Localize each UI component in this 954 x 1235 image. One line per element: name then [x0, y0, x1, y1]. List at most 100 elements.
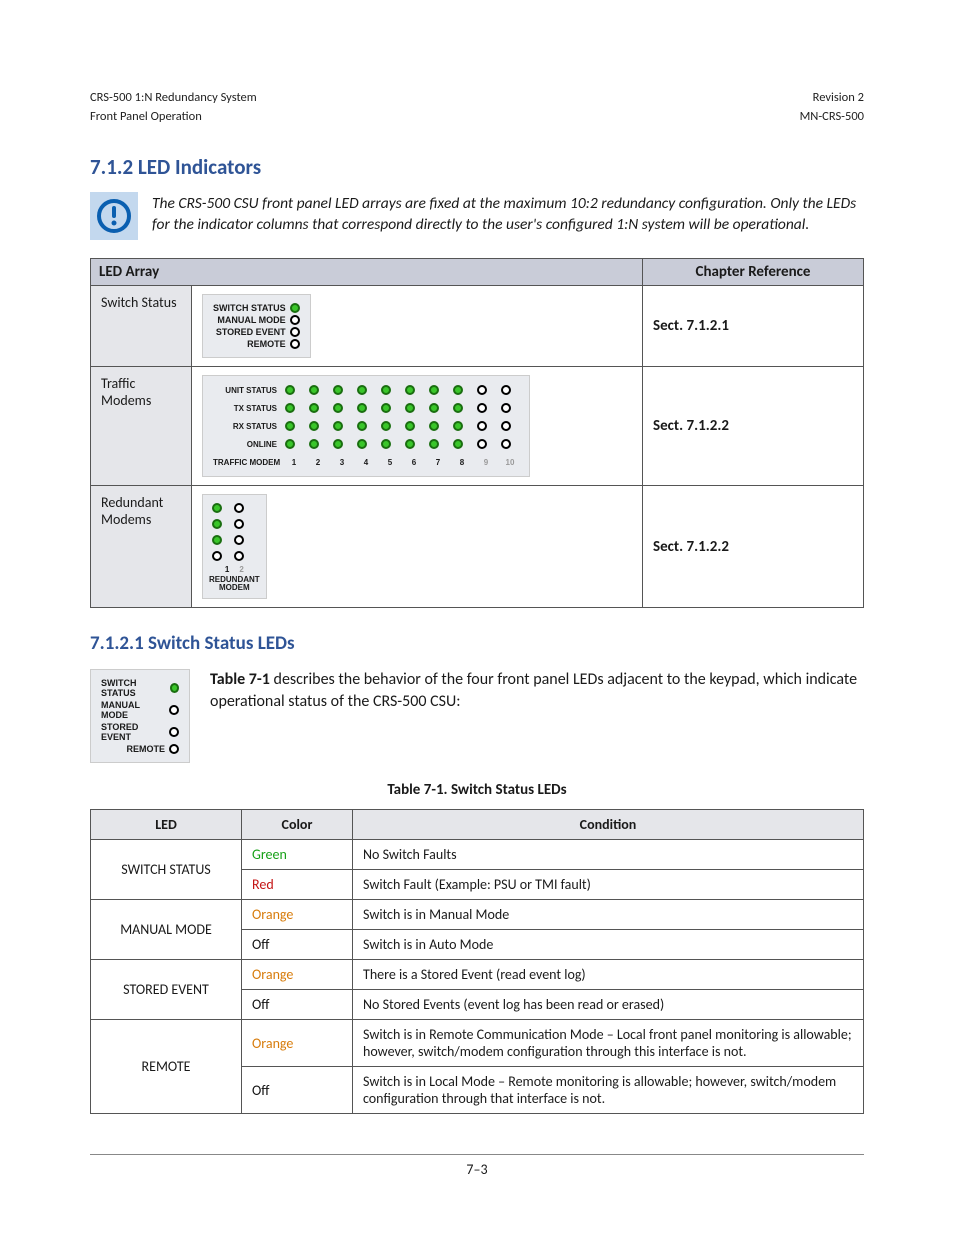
panel-footer-label: TRAFFIC MODEM	[213, 458, 279, 467]
led-indicator	[212, 503, 222, 513]
led-array-table: LED Array Chapter Reference Switch Statu…	[90, 258, 864, 608]
note-text: The CRS-500 CSU front panel LED arrays a…	[152, 192, 864, 236]
led-indicator	[290, 303, 300, 313]
led-condition-cell: Switch Fault (Example: PSU or TMI fault)	[353, 870, 864, 900]
panel-row-label: STORED EVENT	[216, 327, 286, 337]
panel-row: STORED EVENT	[101, 722, 179, 742]
table-caption: Table 7-1. Switch Status LEDs	[90, 781, 864, 799]
panel-row: STORED EVENT	[213, 327, 300, 337]
page-number: 7–3	[466, 1161, 487, 1178]
led-indicator	[429, 385, 439, 395]
header-right-1: Revision 2	[813, 90, 864, 105]
led-indicator	[357, 385, 367, 395]
column-number: 9	[477, 458, 495, 467]
led-indicator	[333, 421, 343, 431]
led-name-cell: STORED EVENT	[91, 960, 242, 1020]
th-chapter-ref: Chapter Reference	[643, 259, 864, 286]
column-number: 8	[453, 458, 471, 467]
column-number: 2	[309, 458, 327, 467]
row-label-traffic: Traffic Modems	[91, 367, 192, 486]
panel-row: SWITCH STATUS	[101, 678, 179, 698]
led-indicator	[290, 315, 300, 325]
th-condition: Condition	[353, 810, 864, 840]
panel-row-label: SWITCH STATUS	[213, 303, 286, 313]
panel-row: SWITCH STATUS	[213, 303, 300, 313]
led-indicator	[285, 439, 295, 449]
led-color-cell: Off	[242, 990, 353, 1020]
led-color-cell: Red	[242, 870, 353, 900]
led-name-cell: REMOTE	[91, 1020, 242, 1114]
row-label-switch: Switch Status	[91, 286, 192, 367]
table-row: SWITCH STATUSGreenNo Switch Faults	[91, 840, 864, 870]
led-indicator	[234, 551, 244, 561]
sub-section-title: 7.1.2.1 Switch Status LEDs	[90, 632, 864, 655]
led-color-cell: Off	[242, 930, 353, 960]
led-condition-cell: Switch is in Remote Communication Mode –…	[353, 1020, 864, 1067]
led-indicator	[429, 403, 439, 413]
led-indicator	[170, 683, 179, 693]
column-number: 3	[333, 458, 351, 467]
led-indicator	[290, 339, 300, 349]
led-indicator	[357, 403, 367, 413]
led-indicator	[501, 403, 511, 413]
led-indicator	[333, 439, 343, 449]
led-indicator	[477, 421, 487, 431]
led-condition-cell: Switch is in Local Mode – Remote monitor…	[353, 1067, 864, 1114]
row-ref-switch: Sect. 7.1.2.1	[643, 286, 864, 367]
led-indicator	[290, 327, 300, 337]
led-indicator	[501, 439, 511, 449]
led-color-cell: Orange	[242, 1020, 353, 1067]
th-led-array: LED Array	[91, 259, 643, 286]
led-indicator	[453, 439, 463, 449]
intro-paragraph: Table 7-1 describes the behavior of the …	[210, 669, 864, 712]
row-ref-redundant: Sect. 7.1.2.2	[643, 486, 864, 608]
table-row: REMOTEOrangeSwitch is in Remote Communic…	[91, 1020, 864, 1067]
led-indicator	[453, 421, 463, 431]
led-color-cell: Orange	[242, 900, 353, 930]
led-indicator	[453, 403, 463, 413]
led-indicator	[169, 705, 179, 715]
led-indicator	[285, 403, 295, 413]
header-left-1: CRS-500 1:N Redundancy System	[90, 90, 257, 105]
led-indicator	[309, 403, 319, 413]
led-indicator	[405, 385, 415, 395]
table-row: MANUAL MODEOrangeSwitch is in Manual Mod…	[91, 900, 864, 930]
row-img-redundant: 12 REDUNDANTMODEM	[192, 486, 643, 608]
panel-row-label: SWITCH STATUS	[101, 678, 166, 698]
led-indicator	[381, 385, 391, 395]
header-left-2: Front Panel Operation	[90, 109, 202, 124]
panel-row-label: RX STATUS	[213, 422, 279, 431]
redundant-modem-panel: 12 REDUNDANTMODEM	[202, 494, 267, 599]
footer: 7–3	[90, 1154, 864, 1178]
column-number: 2	[239, 565, 243, 574]
column-number: 5	[381, 458, 399, 467]
panel-row-label: UNIT STATUS	[213, 386, 279, 395]
table-row: STORED EVENTOrangeThere is a Stored Even…	[91, 960, 864, 990]
panel-row-label: TX STATUS	[213, 404, 279, 413]
led-color-cell: Green	[242, 840, 353, 870]
column-number: 10	[501, 458, 519, 467]
row-ref-traffic: Sect. 7.1.2.2	[643, 367, 864, 486]
led-indicator	[429, 421, 439, 431]
section-title: 7.1.2 LED Indicators	[90, 154, 864, 180]
important-icon	[90, 192, 138, 240]
row-label-redundant: Redundant Modems	[91, 486, 192, 608]
switch-status-panel-small: SWITCH STATUSMANUAL MODESTORED EVENTREMO…	[90, 669, 190, 763]
led-indicator	[309, 385, 319, 395]
led-indicator	[333, 403, 343, 413]
column-number: 6	[405, 458, 423, 467]
row-img-traffic: UNIT STATUS TX STATUS RX STATUS ONLINE TRAFF…	[192, 367, 643, 486]
led-indicator	[453, 385, 463, 395]
led-indicator	[212, 551, 222, 561]
led-indicator	[405, 403, 415, 413]
panel-footer-label: REDUNDANTMODEM	[209, 576, 260, 592]
led-indicator	[477, 439, 487, 449]
page: CRS-500 1:N Redundancy System Revision 2…	[0, 0, 954, 1208]
led-indicator	[357, 421, 367, 431]
panel-row-label: MANUAL MODE	[101, 700, 165, 720]
led-indicator	[169, 727, 179, 737]
led-indicator	[381, 403, 391, 413]
panel-row: REMOTE	[213, 339, 300, 349]
led-indicator	[477, 385, 487, 395]
panel-row-label: ONLINE	[213, 440, 279, 449]
